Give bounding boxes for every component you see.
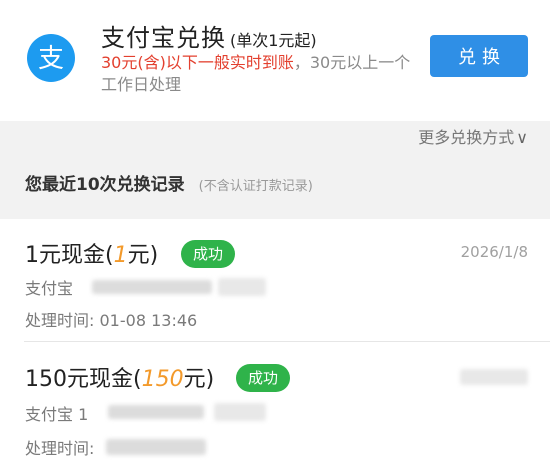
record-channel: 支付宝 1 (25, 405, 89, 424)
page-title: 支付宝兑换 (101, 24, 226, 52)
exchange-button[interactable]: 兑换 (430, 35, 528, 77)
records-heading: 您最近10次兑换记录 (25, 175, 185, 195)
record-date: 2026/1/8 (460, 243, 528, 261)
records-list: 1元现金(1元) 成功 2026/1/8 支付宝 处理时间: 01-08 13:… (0, 219, 550, 472)
alipay-icon: 支 (27, 34, 75, 82)
record-process-time: 处理时间: 01-08 13:46 (25, 311, 198, 330)
masked-account-extra (218, 278, 266, 296)
masked-account (108, 405, 204, 419)
record-process-time: 处理时间: (25, 439, 95, 458)
title-row: 支付宝兑换 (单次1元起) (101, 18, 317, 53)
masked-account-extra (214, 403, 266, 421)
list-item[interactable]: 150元现金(150元) 成功 支付宝 1 处理时间: (0, 343, 550, 472)
page-subtitle: (单次1元起) (230, 31, 317, 50)
svg-text:支: 支 (38, 44, 64, 74)
more-ways-label: 更多兑换方式 (418, 128, 515, 147)
masked-time (106, 439, 206, 455)
exchange-description: 30元(含)以下一般实时到账，30元以上一个工作日处理 (101, 52, 421, 96)
amount-value: 1 (113, 243, 128, 268)
status-badge: 成功 (236, 364, 291, 392)
list-item[interactable]: 1元现金(1元) 成功 2026/1/8 支付宝 处理时间: 01-08 13:… (0, 219, 550, 341)
record-channel: 支付宝 (25, 279, 74, 298)
realtime-note: 30元(含)以下一般实时到账 (101, 53, 294, 72)
more-exchange-ways-link[interactable]: 更多兑换方式 ∨ (418, 124, 528, 148)
alipay-exchange-card: 支 支付宝兑换 (单次1元起) 30元(含)以下一般实时到账，30元以上一个工作日… (0, 0, 550, 121)
divider (24, 341, 550, 342)
record-amount: 150元现金(150元) (25, 367, 215, 392)
masked-date (460, 369, 528, 385)
records-header: 您最近10次兑换记录 (不含认证打款记录) (25, 170, 313, 195)
records-note: (不含认证打款记录) (198, 179, 313, 194)
chevron-down-icon: ∨ (516, 128, 528, 147)
masked-account (92, 280, 212, 294)
status-badge: 成功 (181, 240, 236, 268)
amount-value: 150 (141, 367, 184, 392)
record-amount: 1元现金(1元) (25, 243, 159, 268)
